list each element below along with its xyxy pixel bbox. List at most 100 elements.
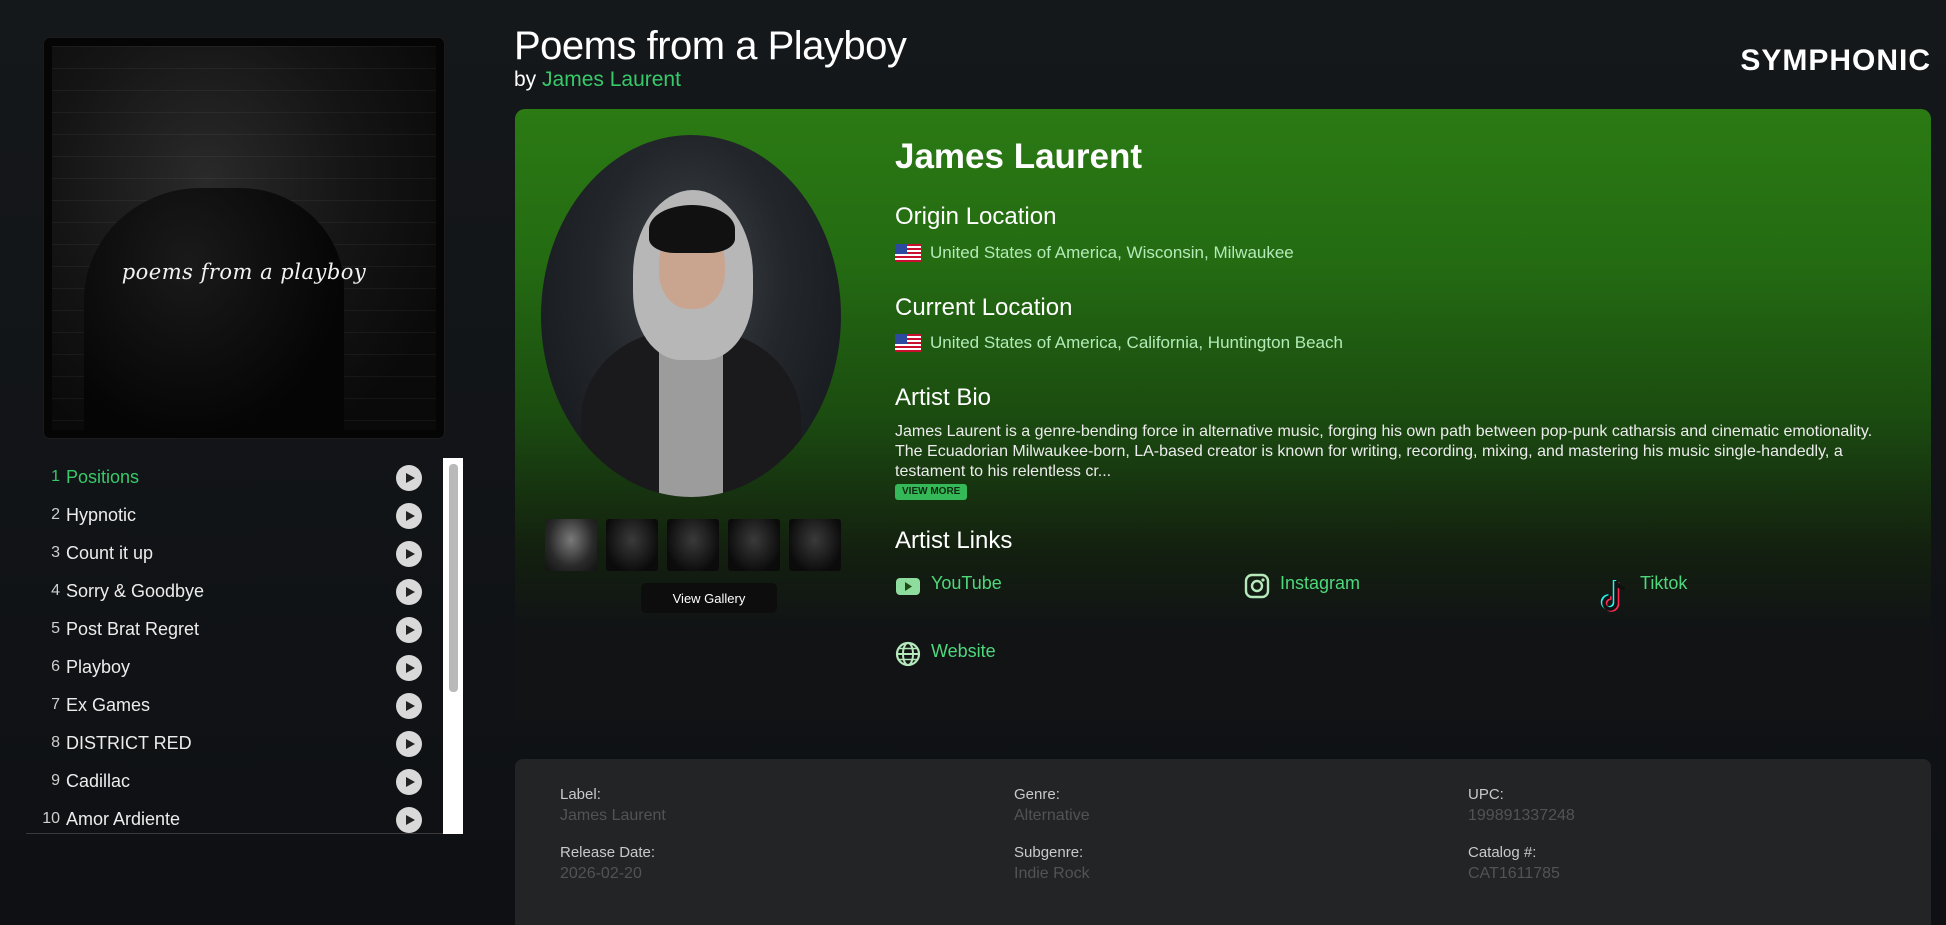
meta-field-value: 199891337248 [1468, 807, 1575, 824]
track-number: 1 [51, 468, 60, 485]
play-icon[interactable] [396, 693, 422, 719]
track-row[interactable]: 8 DISTRICT RED [26, 724, 426, 762]
meta-genre-field: Genre: Alternative [1014, 786, 1090, 825]
meta-field-label: UPC: [1468, 786, 1504, 803]
instagram-link-label[interactable]: Instagram [1280, 573, 1360, 594]
instagram-link[interactable]: Instagram [1244, 573, 1360, 599]
tiktok-link[interactable]: Tiktok [1600, 573, 1687, 615]
meta-field-label: Catalog #: [1468, 844, 1537, 861]
view-gallery-button[interactable]: View Gallery [641, 583, 777, 613]
track-title[interactable]: Amor Ardiente [66, 809, 426, 830]
gallery-thumbnails [545, 519, 841, 571]
track-number: 8 [51, 734, 60, 751]
website-link-label[interactable]: Website [931, 641, 996, 662]
youtube-link[interactable]: YouTube [895, 573, 1002, 599]
origin-location: United States of America, Wisconsin, Mil… [895, 243, 1294, 263]
current-location: United States of America, California, Hu… [895, 333, 1343, 353]
play-icon[interactable] [396, 541, 422, 567]
meta-field-label: Genre: [1014, 786, 1060, 803]
meta-field-value: James Laurent [560, 807, 666, 824]
tiktok-link-label[interactable]: Tiktok [1640, 573, 1687, 594]
tracklist: 1 Positions 2 Hypnotic 3 Count it up 4 S… [26, 458, 446, 834]
meta-field-value: 2026-02-20 [560, 865, 642, 882]
track-title[interactable]: Positions [66, 467, 426, 488]
gallery-thumbnail[interactable] [606, 519, 658, 571]
cover-figure [84, 188, 344, 438]
track-row[interactable]: 3 Count it up [26, 534, 426, 572]
origin-location-text: United States of America, Wisconsin, Mil… [930, 243, 1294, 262]
tracklist-scrollbar[interactable] [443, 458, 463, 834]
meta-label-field: Label: James Laurent [560, 786, 666, 825]
track-title[interactable]: DISTRICT RED [66, 733, 426, 754]
meta-field-label: Release Date: [560, 844, 656, 861]
track-row[interactable]: 10 Amor Ardiente [26, 800, 426, 838]
track-row[interactable]: 9 Cadillac [26, 762, 426, 800]
origin-location-heading: Origin Location [895, 203, 1057, 230]
portrait-hair [649, 205, 735, 253]
play-icon[interactable] [396, 807, 422, 833]
play-icon[interactable] [396, 617, 422, 643]
track-number: 3 [51, 544, 60, 561]
meta-field-value: CAT1611785 [1468, 865, 1560, 882]
gallery-thumbnail[interactable] [545, 519, 597, 571]
meta-field-label: Subgenre: [1014, 844, 1084, 861]
track-number: 5 [51, 620, 60, 637]
track-number: 10 [42, 810, 60, 827]
play-icon[interactable] [396, 769, 422, 795]
track-row[interactable]: 7 Ex Games [26, 686, 426, 724]
meta-field-label: Label: [560, 786, 601, 803]
track-title[interactable]: Count it up [66, 543, 426, 564]
scrollbar-thumb[interactable] [449, 464, 458, 692]
track-number: 7 [51, 696, 60, 713]
globe-icon [895, 641, 921, 667]
gallery-thumbnail[interactable] [667, 519, 719, 571]
tiktok-icon [1600, 579, 1630, 615]
track-number: 6 [51, 658, 60, 675]
track-row[interactable]: 4 Sorry & Goodbye [26, 572, 426, 610]
track-title[interactable]: Playboy [66, 657, 426, 678]
play-icon[interactable] [396, 579, 422, 605]
play-icon[interactable] [396, 655, 422, 681]
meta-upc-field: UPC: 199891337248 [1468, 786, 1575, 825]
track-title[interactable]: Hypnotic [66, 505, 426, 526]
track-row[interactable]: 1 Positions [26, 458, 426, 496]
album-byline: by James Laurent [514, 68, 681, 92]
release-metadata-panel: Label: James Laurent Genre: Alternative … [515, 759, 1931, 925]
track-title[interactable]: Sorry & Goodbye [66, 581, 426, 602]
instagram-icon [1244, 573, 1270, 599]
gallery-thumbnail[interactable] [728, 519, 780, 571]
byline-artist-link[interactable]: James Laurent [542, 68, 681, 91]
album-title: Poems from a Playboy [514, 24, 907, 68]
artist-bio-heading: Artist Bio [895, 384, 992, 411]
website-link[interactable]: Website [895, 641, 996, 667]
artist-links-heading: Artist Links [895, 527, 1013, 554]
track-number: 4 [51, 582, 60, 599]
track-row[interactable]: 6 Playboy [26, 648, 426, 686]
play-icon[interactable] [396, 731, 422, 757]
play-icon[interactable] [396, 503, 422, 529]
play-icon[interactable] [396, 465, 422, 491]
youtube-icon [895, 573, 921, 599]
artist-name: James Laurent [895, 137, 1143, 176]
meta-release-date-field: Release Date: 2026-02-20 [560, 844, 655, 883]
current-location-text: United States of America, California, Hu… [930, 333, 1343, 352]
cover-title-text: poems from a playboy [121, 260, 367, 284]
artist-bio-text: James Laurent is a genre-bending force i… [895, 423, 1873, 480]
youtube-link-label[interactable]: YouTube [931, 573, 1002, 594]
artist-portrait [541, 135, 841, 497]
meta-field-value: Indie Rock [1014, 865, 1090, 882]
track-title[interactable]: Cadillac [66, 771, 426, 792]
gallery-thumbnail[interactable] [789, 519, 841, 571]
track-row[interactable]: 2 Hypnotic [26, 496, 426, 534]
meta-catalog-field: Catalog #: CAT1611785 [1468, 844, 1560, 883]
track-title[interactable]: Ex Games [66, 695, 426, 716]
us-flag-icon [895, 244, 921, 262]
byline-prefix: by [514, 68, 537, 91]
track-number: 9 [51, 772, 60, 789]
track-row[interactable]: 5 Post Brat Regret [26, 610, 426, 648]
view-more-button[interactable]: VIEW MORE [895, 484, 968, 500]
us-flag-icon [895, 334, 921, 352]
meta-field-value: Alternative [1014, 807, 1090, 824]
album-cover: poems from a playboy [44, 38, 444, 438]
track-title[interactable]: Post Brat Regret [66, 619, 426, 640]
